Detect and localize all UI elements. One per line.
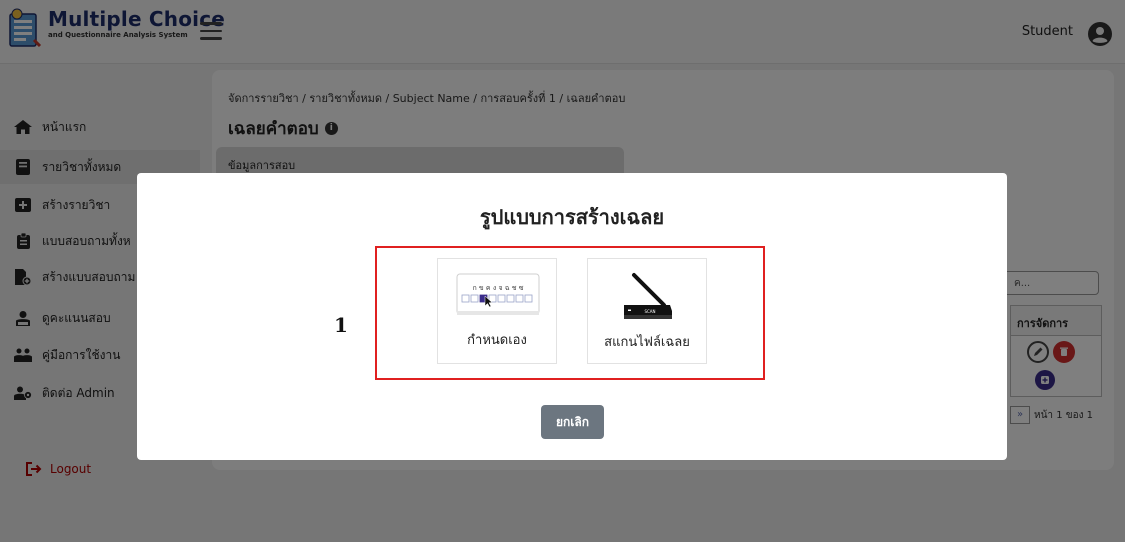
- scanner-icon: SCAN: [624, 273, 672, 319]
- option-scan-answer-file[interactable]: SCAN สแกนไฟล์เฉลย: [587, 258, 707, 364]
- manual-entry-icon: ก ข ค ง จ ฉ ช ซ: [456, 273, 540, 315]
- answer-letters: ก ข ค ง จ ฉ ช ซ: [472, 284, 523, 292]
- step-number-annotation: 1: [334, 313, 348, 337]
- option-scan-label: สแกนไฟล์เฉลย: [604, 335, 690, 350]
- option-manual-entry[interactable]: ก ข ค ง จ ฉ ช ซ กำหนดเอง: [437, 258, 557, 364]
- option-manual-label: กำหนดเอง: [467, 333, 527, 348]
- modal-title: รูปแบบการสร้างเฉลย: [479, 205, 665, 229]
- answer-key-format-modal: รูปแบบการสร้างเฉลย 1 ก ข ค ง จ ฉ ช ซ กำห…: [137, 173, 1007, 460]
- cancel-button[interactable]: ยกเลิก: [541, 405, 604, 439]
- scan-text: SCAN: [644, 309, 655, 314]
